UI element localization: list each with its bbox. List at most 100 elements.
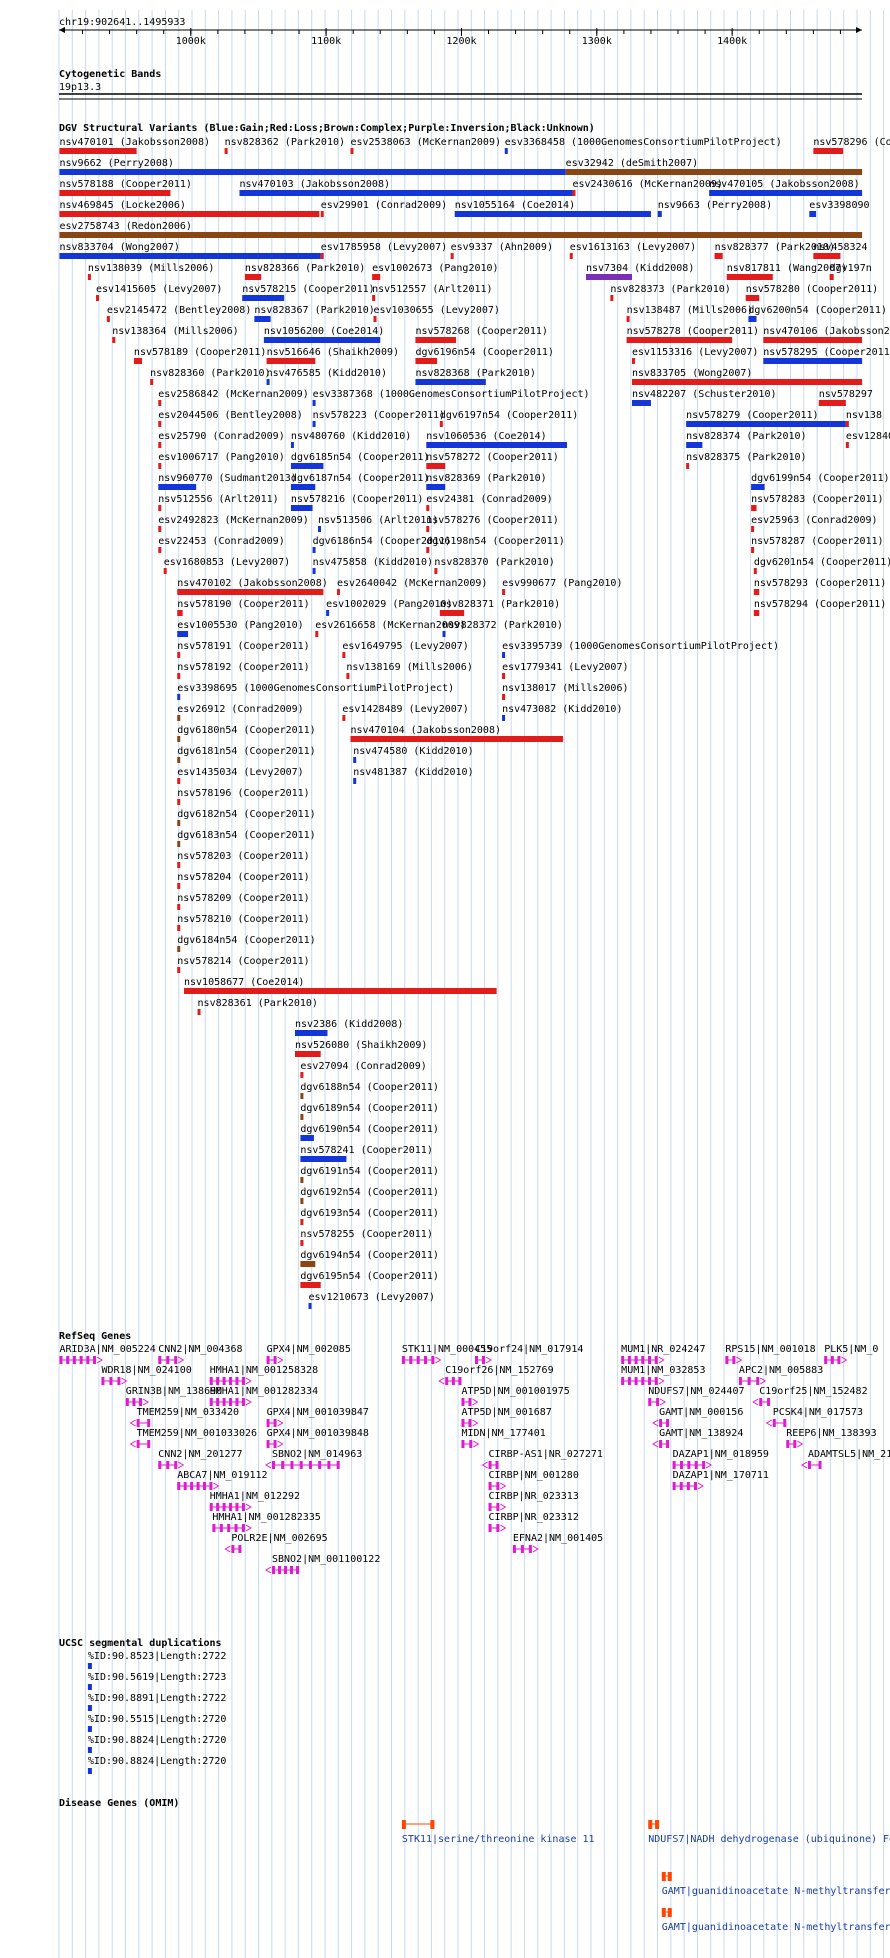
omim-disease-label[interactable]: GAMT|guanidinoacetate N-methyltransferas… <box>662 1886 890 1897</box>
gene-exon[interactable] <box>702 1461 706 1469</box>
gene-exon[interactable] <box>125 1398 129 1406</box>
dgv-variant-loss[interactable] <box>96 295 100 301</box>
gene-exon[interactable] <box>409 1356 413 1364</box>
dgv-variant-loss[interactable] <box>163 568 167 574</box>
gene-exon[interactable] <box>336 1461 340 1469</box>
dgv-variant-loss[interactable] <box>415 358 438 364</box>
gene-exon[interactable] <box>174 1356 178 1364</box>
gene-exon[interactable] <box>209 1377 213 1385</box>
gene-exon[interactable] <box>166 1356 170 1364</box>
gene-exon[interactable] <box>136 1440 140 1448</box>
gene-exon[interactable] <box>687 1461 691 1469</box>
segdup-feature[interactable] <box>87 1726 92 1732</box>
gene-exon[interactable] <box>496 1482 500 1490</box>
gene-exon[interactable] <box>495 1461 499 1469</box>
dgv-variant-gain[interactable] <box>502 652 506 658</box>
dgv-variant-loss[interactable] <box>59 190 171 196</box>
dgv-variant-loss[interactable] <box>158 526 162 532</box>
gene-exon[interactable] <box>469 1440 473 1448</box>
dgv-variant-loss[interactable] <box>572 190 576 196</box>
gene-exon[interactable] <box>308 1461 312 1469</box>
dgv-variant-loss[interactable] <box>813 253 841 259</box>
dgv-variant-loss[interactable] <box>300 1282 321 1288</box>
dgv-variant-loss[interactable] <box>813 148 844 154</box>
gene-exon[interactable] <box>468 1419 472 1427</box>
gene-exon[interactable] <box>284 1566 288 1574</box>
dgv-variant-gain[interactable] <box>442 631 446 637</box>
dgv-variant-loss[interactable] <box>342 652 346 658</box>
dgv-variant-gain[interactable] <box>312 421 316 427</box>
gene-exon[interactable] <box>235 1503 239 1511</box>
dgv-variant-loss[interactable] <box>158 505 162 511</box>
gene-exon[interactable] <box>401 1356 405 1364</box>
gene-exon[interactable] <box>117 1377 121 1385</box>
gene-exon[interactable] <box>818 1461 822 1469</box>
dgv-variant-loss[interactable] <box>177 673 181 679</box>
dgv-variant-loss[interactable] <box>626 316 630 322</box>
dgv-variant-gain[interactable] <box>748 316 757 322</box>
gene-exon[interactable] <box>659 1419 663 1427</box>
gene-exon[interactable] <box>229 1377 233 1385</box>
gene-exon[interactable] <box>212 1524 216 1532</box>
dgv-variant-gain[interactable] <box>263 337 381 343</box>
dgv-variant-loss[interactable] <box>632 358 636 364</box>
gene-exon[interactable] <box>79 1356 83 1364</box>
dgv-variant-gain[interactable] <box>312 547 316 553</box>
gene-exon[interactable] <box>327 1461 331 1469</box>
gene-exon[interactable] <box>209 1398 213 1406</box>
gene-exon[interactable] <box>281 1461 285 1469</box>
dgv-variant-loss[interactable] <box>177 589 324 595</box>
gene-exon[interactable] <box>679 1482 683 1490</box>
dgv-variant-loss[interactable] <box>158 463 162 469</box>
dgv-variant-loss[interactable] <box>373 316 377 322</box>
gene-exon[interactable] <box>738 1377 742 1385</box>
dgv-variant-loss[interactable] <box>610 295 614 301</box>
gene-exon[interactable] <box>241 1524 245 1532</box>
gene-exon[interactable] <box>666 1419 670 1427</box>
dgv-variant-gain[interactable] <box>751 484 765 490</box>
gene-exon[interactable] <box>266 1356 270 1364</box>
omim-disease-label[interactable]: GAMT|guanidinoacetate N-methyltransferas… <box>662 1922 890 1933</box>
gene-exon[interactable] <box>445 1377 449 1385</box>
dgv-variant-loss[interactable] <box>336 589 340 595</box>
dgv-variant-loss[interactable] <box>320 211 324 217</box>
dgv-variant-gain[interactable] <box>686 421 846 427</box>
segdup-feature[interactable] <box>87 1663 92 1669</box>
gene-exon[interactable] <box>109 1377 113 1385</box>
gene-exon[interactable] <box>229 1398 233 1406</box>
dgv-variant-gain[interactable] <box>326 610 330 616</box>
dgv-variant-complex[interactable] <box>300 1114 304 1120</box>
gene-exon[interactable] <box>656 1398 660 1406</box>
gene-exon[interactable] <box>756 1377 760 1385</box>
gene-exon[interactable] <box>496 1524 500 1532</box>
dgv-variant-loss[interactable] <box>753 568 757 574</box>
gene-exon[interactable] <box>837 1356 841 1364</box>
gene-exon[interactable] <box>235 1398 239 1406</box>
dgv-variant-loss[interactable] <box>315 631 319 637</box>
dgv-variant-complex[interactable] <box>177 757 181 763</box>
dgv-variant-gain[interactable] <box>312 568 316 574</box>
gene-exon[interactable] <box>634 1356 638 1364</box>
omim-gene-exon[interactable] <box>667 1872 672 1881</box>
dgv-variant-gain[interactable] <box>312 400 316 406</box>
dgv-track[interactable]: nsv470101 (Jakobsson2008) nsv828362 (Park… <box>59 137 890 1309</box>
gene-exon[interactable] <box>241 1398 245 1406</box>
gene-exon[interactable] <box>759 1398 763 1406</box>
gene-exon[interactable] <box>174 1461 178 1469</box>
dgv-variant-loss[interactable] <box>626 337 733 343</box>
gene-exon[interactable] <box>451 1377 455 1385</box>
dgv-variant-loss[interactable] <box>439 421 443 427</box>
dgv-variant-loss[interactable] <box>350 736 563 742</box>
gene-exon[interactable] <box>488 1461 492 1469</box>
omim-gene-exon[interactable] <box>648 1820 653 1829</box>
gene-exon[interactable] <box>216 1398 220 1406</box>
gene-exon[interactable] <box>481 1356 485 1364</box>
gene-exon[interactable] <box>216 1503 220 1511</box>
omim-gene-exon[interactable] <box>401 1820 406 1829</box>
dgv-variant-loss[interactable] <box>177 904 181 910</box>
dgv-variant-gain[interactable] <box>709 190 863 196</box>
dgv-variant-inv[interactable] <box>585 274 633 280</box>
gene-exon[interactable] <box>136 1419 140 1427</box>
dgv-variant-loss[interactable] <box>294 1051 321 1057</box>
dgv-variant-gain[interactable] <box>454 211 651 217</box>
